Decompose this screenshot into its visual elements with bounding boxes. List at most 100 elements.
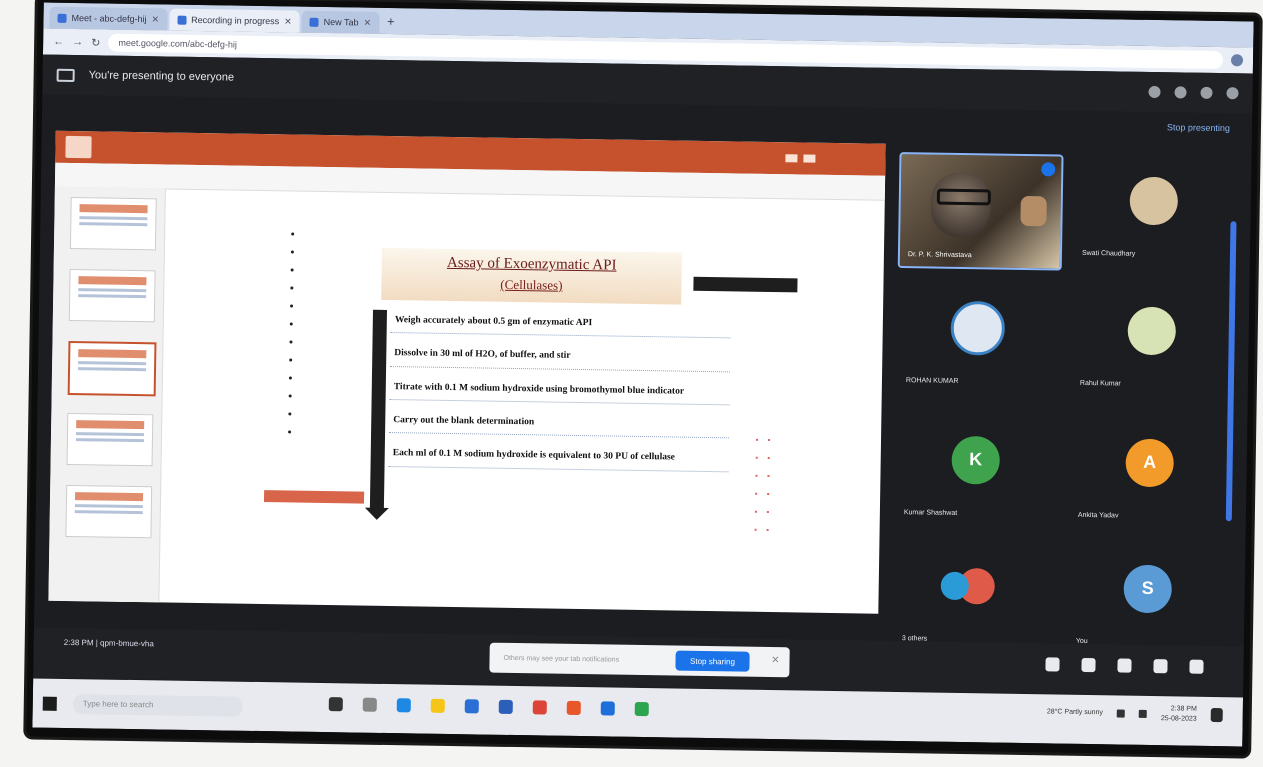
back-icon[interactable]: ←: [53, 36, 64, 48]
avatar: [1127, 306, 1177, 356]
decorative-arrow: [369, 309, 388, 510]
toggle-icon[interactable]: [785, 154, 798, 163]
chrome-icon[interactable]: [634, 701, 649, 717]
notification-icon[interactable]: [1210, 707, 1223, 722]
meet-top-icons: [1148, 85, 1239, 100]
close-tab-icon[interactable]: ✕: [284, 16, 292, 27]
tab-label: Recording in progress: [191, 14, 280, 27]
participant-tile[interactable]: Rahul Kumar: [1070, 285, 1234, 400]
info-icon[interactable]: [1148, 85, 1161, 99]
powerpoint-icon[interactable]: [566, 700, 581, 716]
avatar: S: [1123, 564, 1173, 614]
clock-time: 2:38 PM: [1170, 705, 1197, 713]
decorative-dots: [281, 226, 314, 442]
profile-icon[interactable]: [1230, 54, 1244, 67]
app-logo-icon: [65, 135, 92, 159]
participant-name: Dr. P. K. Shrivastava: [907, 251, 972, 260]
participant-name: Swati Chaudhary: [1081, 249, 1136, 258]
search-icon[interactable]: [328, 697, 343, 712]
weather[interactable]: 28°C Partly sunny: [1047, 709, 1103, 717]
tab-favicon-icon: [309, 17, 319, 27]
browser-tab-active[interactable]: Recording in progress ✕: [168, 8, 300, 33]
chat-icon[interactable]: [1117, 658, 1132, 673]
tab-favicon-icon: [57, 13, 67, 23]
info-icon[interactable]: [1045, 657, 1060, 672]
close-icon[interactable]: ✕: [771, 655, 780, 666]
activities-icon[interactable]: [1153, 659, 1168, 674]
participant-tile[interactable]: ROHAN KUMAR: [896, 282, 1060, 397]
lock-icon[interactable]: [1189, 659, 1204, 674]
slide-thumbnails: [48, 186, 166, 603]
participant-name: ROHAN KUMAR: [905, 377, 959, 385]
slide-thumbnail[interactable]: [65, 484, 153, 539]
close-tab-icon[interactable]: ✕: [363, 17, 371, 28]
avatar: [950, 300, 1006, 356]
tab-favicon-icon: [177, 15, 187, 25]
windows-start-icon[interactable]: [42, 696, 57, 711]
close-tab-icon[interactable]: ✕: [152, 14, 160, 25]
volume-icon[interactable]: [1138, 709, 1148, 718]
word-icon[interactable]: [600, 701, 615, 716]
participant-tile[interactable]: K Kumar Shashwat: [894, 414, 1058, 529]
participant-tile[interactable]: A Ankita Yadav: [1068, 417, 1232, 532]
folder-icon[interactable]: [430, 698, 445, 713]
presentation-window: Assay of Exoenzymatic API (Cellulases) W…: [48, 130, 886, 614]
notification-banner: Others may see your tab notifications St…: [489, 642, 790, 678]
stop-presenting-button[interactable]: Stop presenting: [1167, 122, 1230, 133]
bullet-item: Dissolve in 30 ml of H2O, of buffer, and…: [390, 341, 731, 373]
participant-tile[interactable]: S You: [1066, 543, 1230, 658]
people-icon[interactable]: [1081, 657, 1096, 673]
meeting-code: 2:38 PM | qpm-bmue-vha: [63, 637, 154, 649]
bullet-item: Carry out the blank determination: [389, 408, 730, 439]
store-icon[interactable]: [464, 699, 479, 714]
participant-tile[interactable]: Swati Chaudhary: [1072, 155, 1236, 270]
slide-bullets: Weigh accurately about 0.5 gm of enzymat…: [388, 308, 731, 480]
participant-tile[interactable]: 3 others: [892, 540, 1056, 655]
clock-date: 25-08-2023: [1160, 714, 1197, 723]
ribbon-controls: [785, 154, 885, 164]
slide-thumbnail[interactable]: [66, 412, 154, 467]
activities-icon[interactable]: [1226, 87, 1239, 100]
browser-tab[interactable]: New Tab ✕: [301, 10, 380, 34]
hand: [1020, 195, 1047, 227]
forward-icon[interactable]: →: [72, 36, 83, 48]
decorative-bar: [693, 276, 798, 293]
presenting-status: You're presenting to everyone: [88, 69, 235, 84]
current-slide: Assay of Exoenzymatic API (Cellulases) W…: [249, 197, 798, 567]
mail-icon[interactable]: [498, 699, 513, 714]
participant-video-tile[interactable]: Dr. P. K. Shrivastava: [897, 152, 1064, 271]
system-tray: 28°C Partly sunny 2:38 PM 25-08-2023: [1047, 702, 1223, 724]
tab-label: New Tab: [323, 16, 359, 28]
taskbar-search-input[interactable]: Type here to search: [72, 693, 243, 717]
taskbar-apps: [328, 697, 649, 717]
task-view-icon[interactable]: [362, 697, 377, 712]
tab-label: Meet - abc-defg-hij: [71, 12, 147, 25]
people-icon[interactable]: [1174, 86, 1187, 99]
participant-name: Ankita Yadav: [1077, 511, 1119, 520]
notification-text: Others may see your tab notifications: [503, 654, 620, 664]
edge-icon[interactable]: [396, 698, 411, 713]
new-tab-icon[interactable]: +: [387, 13, 395, 28]
chat-icon[interactable]: [1200, 86, 1213, 99]
browser-tab[interactable]: Meet - abc-defg-hij ✕: [49, 6, 168, 31]
decorative-dots: [749, 432, 781, 540]
participant-name: Rahul Kumar: [1079, 379, 1121, 388]
bullet-item: Weigh accurately about 0.5 gm of enzymat…: [390, 308, 731, 339]
wifi-icon[interactable]: [1116, 709, 1126, 718]
slide-title-line1: Assay of Exoenzymatic API: [446, 254, 617, 274]
avatar: A: [1125, 438, 1175, 488]
chrome-icon[interactable]: [532, 700, 547, 715]
slide-thumbnail-selected[interactable]: [67, 340, 157, 397]
window-icon[interactable]: [803, 154, 816, 163]
slide-thumbnail[interactable]: [68, 268, 156, 323]
clock[interactable]: 2:38 PM 25-08-2023: [1161, 704, 1197, 724]
avatar: K: [951, 435, 1001, 485]
meet-controls: [1045, 657, 1204, 674]
screen: Meet - abc-defg-hij ✕ Recording in progr…: [32, 2, 1254, 747]
slide-title: Assay of Exoenzymatic API (Cellulases): [381, 247, 682, 305]
stop-sharing-button[interactable]: Stop sharing: [675, 650, 750, 672]
monitor: Meet - abc-defg-hij ✕ Recording in progr…: [26, 0, 1260, 756]
reload-icon[interactable]: ↻: [91, 36, 100, 49]
glasses: [936, 188, 991, 206]
slide-thumbnail[interactable]: [69, 196, 157, 251]
